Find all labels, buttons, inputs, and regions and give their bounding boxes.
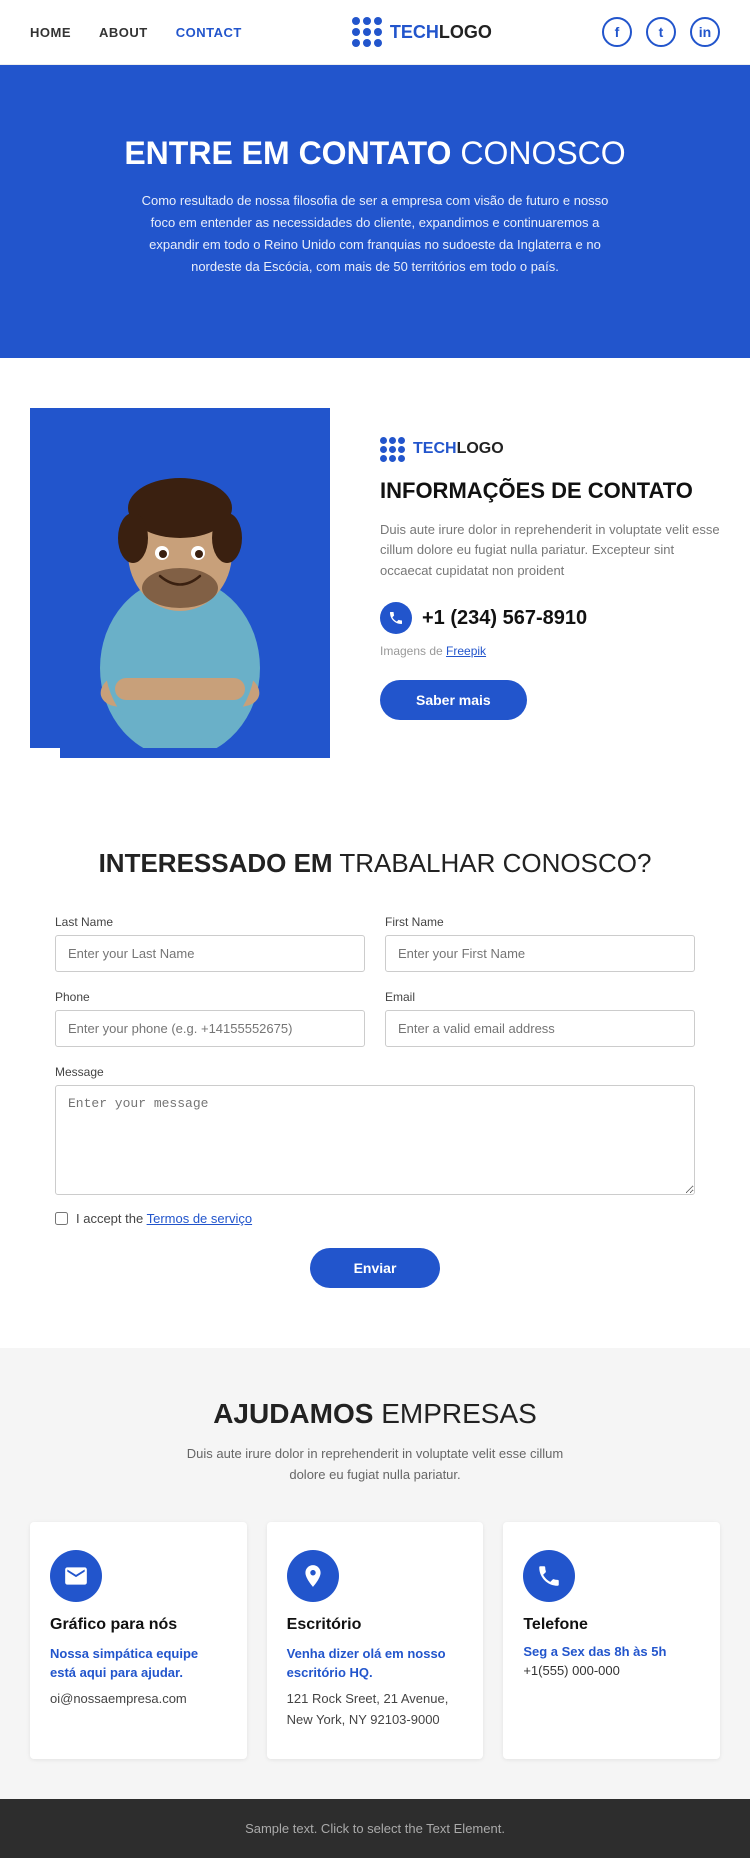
contact-logo-text: TECHLOGO (413, 440, 504, 458)
person-svg (30, 408, 330, 748)
contact-logo: TECHLOGO (380, 437, 720, 462)
terms-checkbox[interactable] (55, 1212, 68, 1225)
submit-row: Enviar (55, 1248, 695, 1288)
card-phone-number: +1(555) 000-000 (523, 1663, 700, 1678)
card-office-address: 121 Rock Sreet, 21 Avenue, New York, NY … (287, 1689, 464, 1731)
phone-card-icon (523, 1550, 575, 1602)
footer-description: Duis aute irure dolor in reprehenderit i… (185, 1444, 565, 1486)
instagram-icon[interactable]: in (690, 17, 720, 47)
twitter-icon[interactable]: t (646, 17, 676, 47)
card-email-address: oi@nossaempresa.com (50, 1689, 227, 1710)
first-name-group: First Name (385, 915, 695, 972)
phone-label: Phone (55, 990, 365, 1004)
email-label: Email (385, 990, 695, 1004)
saber-mais-button[interactable]: Saber mais (380, 680, 527, 720)
card-link-office[interactable]: Venha dizer olá em nosso escritório HQ. (287, 1644, 464, 1683)
card-title-office: Escritório (287, 1616, 464, 1634)
footer-heading: AJUDAMOS EMPRESAS (30, 1398, 720, 1430)
hero-section: ENTRE EM CONTATO CONOSCO Como resultado … (0, 65, 750, 358)
card-office: Escritório Venha dizer olá em nosso escr… (267, 1522, 484, 1759)
logo-text: TECHLOGO (390, 22, 492, 43)
nav-about[interactable]: ABOUT (99, 25, 148, 40)
navbar: HOME ABOUT CONTACT TECHLOGO f t in (0, 0, 750, 65)
nav-home[interactable]: HOME (30, 25, 71, 40)
terms-link[interactable]: Termos de serviço (147, 1211, 252, 1226)
enviar-button[interactable]: Enviar (310, 1248, 441, 1288)
bottom-bar: Sample text. Click to select the Text El… (0, 1799, 750, 1858)
card-phone: Telefone Seg a Sex das 8h às 5h +1(555) … (503, 1522, 720, 1759)
message-group: Message (55, 1065, 695, 1195)
card-email: Gráfico para nós Nossa simpática equipe … (30, 1522, 247, 1759)
social-icons: f t in (602, 17, 720, 47)
card-hours: Seg a Sex das 8h às 5h (523, 1644, 700, 1659)
hero-title: ENTRE EM CONTATO CONOSCO (30, 135, 720, 172)
contact-logo-dots-icon (380, 437, 405, 462)
logo: TECHLOGO (352, 17, 492, 47)
person-image (30, 408, 330, 748)
card-title-email: Gráfico para nós (50, 1616, 227, 1634)
contact-description: Duis aute irure dolor in reprehenderit i… (380, 520, 720, 582)
contact-details: TECHLOGO INFORMAÇÕES DE CONTATO Duis aut… (340, 437, 720, 720)
terms-text: I accept the Termos de serviço (76, 1211, 252, 1226)
form-row-name: Last Name First Name (55, 915, 695, 972)
email-input[interactable] (385, 1010, 695, 1047)
card-link-email[interactable]: Nossa simpática equipe está aqui para aj… (50, 1644, 227, 1683)
hero-description: Como resultado de nossa filosofia de ser… (135, 190, 615, 278)
email-group: Email (385, 990, 695, 1047)
contact-heading: INFORMAÇÕES DE CONTATO (380, 478, 720, 504)
message-input[interactable] (55, 1085, 695, 1195)
logo-dots-icon (352, 17, 382, 47)
nav-contact[interactable]: CONTACT (176, 25, 242, 40)
phone-group: Phone (55, 990, 365, 1047)
nav-links: HOME ABOUT CONTACT (30, 25, 242, 40)
person-image-wrap (30, 408, 340, 748)
bottom-bar-text: Sample text. Click to select the Text El… (245, 1821, 505, 1836)
phone-line: +1 (234) 567-8910 (380, 602, 720, 634)
last-name-input[interactable] (55, 935, 365, 972)
freepik-credit: Imagens de Freepik (380, 644, 720, 658)
last-name-group: Last Name (55, 915, 365, 972)
location-icon (287, 1550, 339, 1602)
message-label: Message (55, 1065, 695, 1079)
contact-info-section: TECHLOGO INFORMAÇÕES DE CONTATO Duis aut… (0, 358, 750, 798)
cards-row: Gráfico para nós Nossa simpática equipe … (30, 1522, 720, 1759)
footer-info-section: AJUDAMOS EMPRESAS Duis aute irure dolor … (0, 1348, 750, 1798)
facebook-icon[interactable]: f (602, 17, 632, 47)
first-name-label: First Name (385, 915, 695, 929)
form-row-contact: Phone Email (55, 990, 695, 1047)
terms-row: I accept the Termos de serviço (55, 1211, 695, 1226)
last-name-label: Last Name (55, 915, 365, 929)
phone-icon (380, 602, 412, 634)
phone-number: +1 (234) 567-8910 (422, 607, 587, 630)
mail-icon (50, 1550, 102, 1602)
first-name-input[interactable] (385, 935, 695, 972)
freepik-link[interactable]: Freepik (446, 644, 486, 658)
card-title-phone: Telefone (523, 1616, 700, 1634)
phone-input[interactable] (55, 1010, 365, 1047)
form-heading: INTERESSADO EM TRABALHAR CONOSCO? (55, 848, 695, 879)
form-section: INTERESSADO EM TRABALHAR CONOSCO? Last N… (0, 798, 750, 1348)
